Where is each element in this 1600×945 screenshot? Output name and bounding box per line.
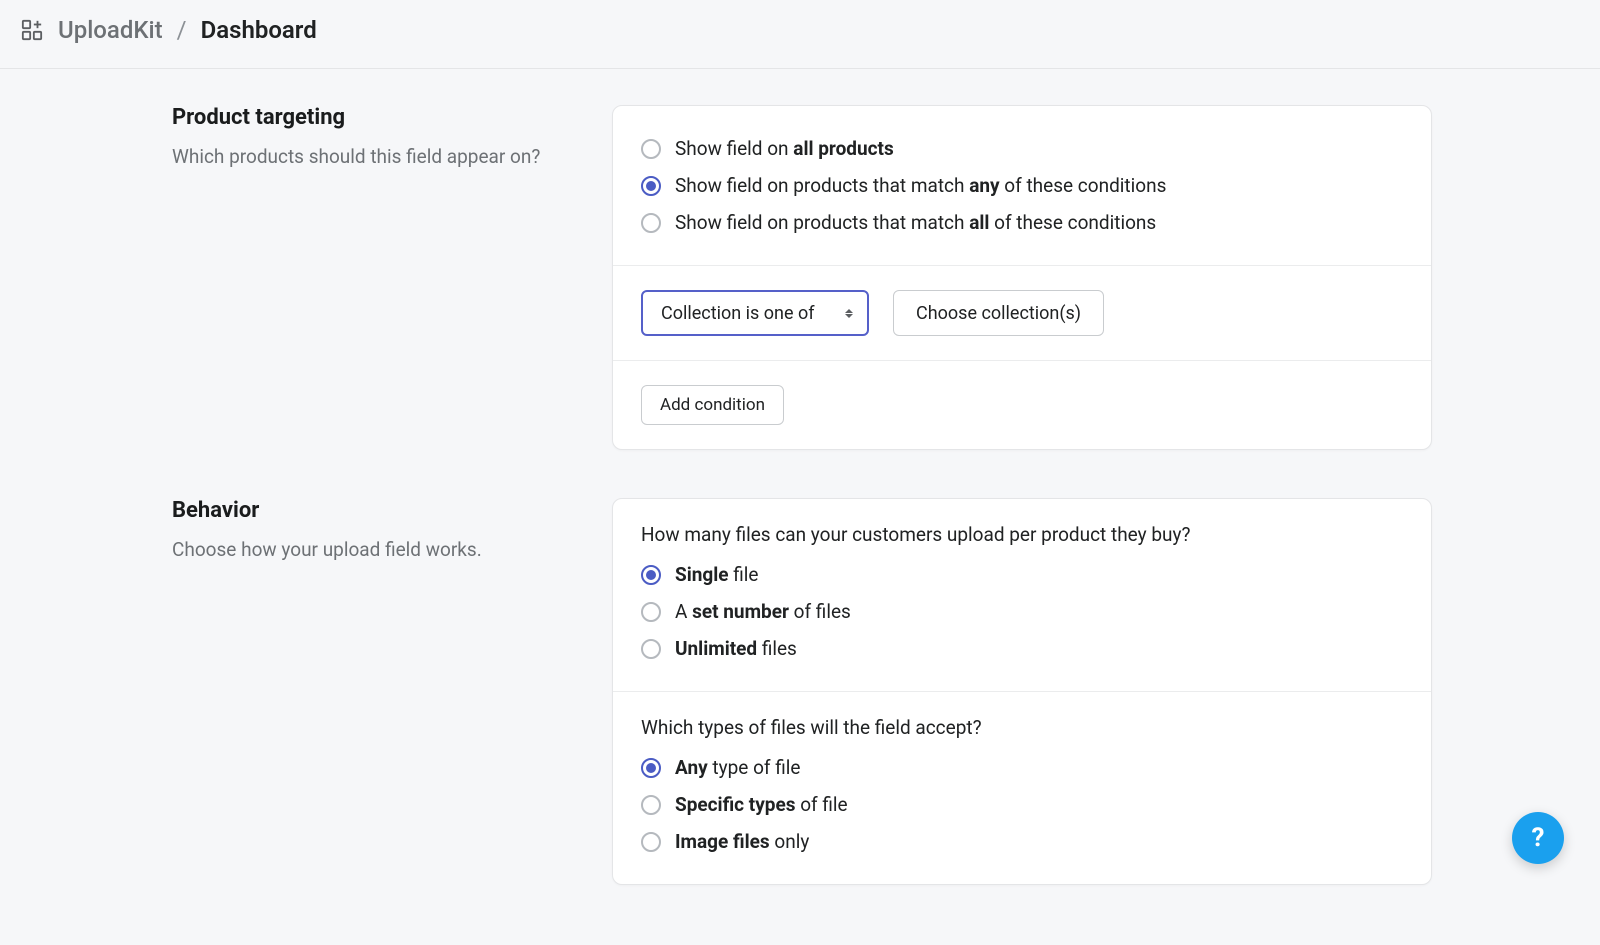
select-value: Collection is one of — [661, 303, 815, 324]
behavior-file-count-block: How many files can your customers upload… — [613, 499, 1431, 691]
file-count-radio-single[interactable]: Single file — [641, 556, 1403, 593]
radio-label: Single file — [675, 563, 758, 586]
add-condition-button[interactable]: Add condition — [641, 385, 784, 425]
radio-label: Image files only — [675, 830, 809, 853]
section-title-behavior: Behavior — [172, 498, 560, 523]
radio-label: Specific types of file — [675, 793, 848, 816]
behavior-file-types-block: Which types of files will the field acce… — [613, 691, 1431, 884]
radio-label: A set number of files — [675, 600, 851, 623]
select-caret-icon — [845, 309, 853, 318]
radio-icon — [641, 139, 661, 159]
targeting-add-condition-block: Add condition — [613, 360, 1431, 449]
radio-icon — [641, 176, 661, 196]
behavior-q2: Which types of files will the field acce… — [641, 716, 1403, 739]
radio-label: Show field on products that match all of… — [675, 211, 1156, 234]
section-product-targeting: Product targeting Which products should … — [0, 105, 1600, 450]
app-logo-icon — [20, 18, 44, 42]
targeting-radio-match-all[interactable]: Show field on products that match all of… — [641, 204, 1403, 241]
choose-collections-button[interactable]: Choose collection(s) — [893, 290, 1104, 336]
radio-icon — [641, 758, 661, 778]
radio-icon — [641, 602, 661, 622]
radio-label: Show field on all products — [675, 137, 894, 160]
breadcrumb-current: Dashboard — [201, 16, 317, 44]
file-type-radio-any[interactable]: Any type of file — [641, 749, 1403, 786]
app-name[interactable]: UploadKit — [58, 16, 163, 44]
radio-label: Unlimited files — [675, 637, 797, 660]
section-title-targeting: Product targeting — [172, 105, 560, 130]
help-button[interactable]: ? — [1512, 812, 1564, 864]
targeting-radio-match-any[interactable]: Show field on products that match any of… — [641, 167, 1403, 204]
radio-icon — [641, 565, 661, 585]
card-behavior: How many files can your customers upload… — [612, 498, 1432, 885]
section-desc-targeting: Which products should this field appear … — [172, 144, 560, 171]
card-targeting: Show field on all products Show field on… — [612, 105, 1432, 450]
file-count-radio-unlimited[interactable]: Unlimited files — [641, 630, 1403, 667]
section-desc-behavior: Choose how your upload field works. — [172, 537, 560, 564]
condition-type-select[interactable]: Collection is one of — [641, 290, 869, 336]
breadcrumb-header: UploadKit / Dashboard — [0, 0, 1600, 69]
targeting-condition-row: Collection is one of Choose collection(s… — [613, 265, 1431, 360]
file-count-radio-set-number[interactable]: A set number of files — [641, 593, 1403, 630]
breadcrumb-separator: / — [177, 16, 187, 44]
radio-icon — [641, 795, 661, 815]
radio-icon — [641, 213, 661, 233]
radio-icon — [641, 639, 661, 659]
help-icon: ? — [1532, 823, 1545, 853]
file-type-radio-image-only[interactable]: Image files only — [641, 823, 1403, 860]
radio-label: Any type of file — [675, 756, 800, 779]
radio-label: Show field on products that match any of… — [675, 174, 1166, 197]
section-behavior: Behavior Choose how your upload field wo… — [0, 498, 1600, 885]
radio-icon — [641, 832, 661, 852]
file-type-radio-specific[interactable]: Specific types of file — [641, 786, 1403, 823]
targeting-radio-group: Show field on all products Show field on… — [613, 106, 1431, 265]
behavior-q1: How many files can your customers upload… — [641, 523, 1403, 546]
targeting-radio-all-products[interactable]: Show field on all products — [641, 130, 1403, 167]
